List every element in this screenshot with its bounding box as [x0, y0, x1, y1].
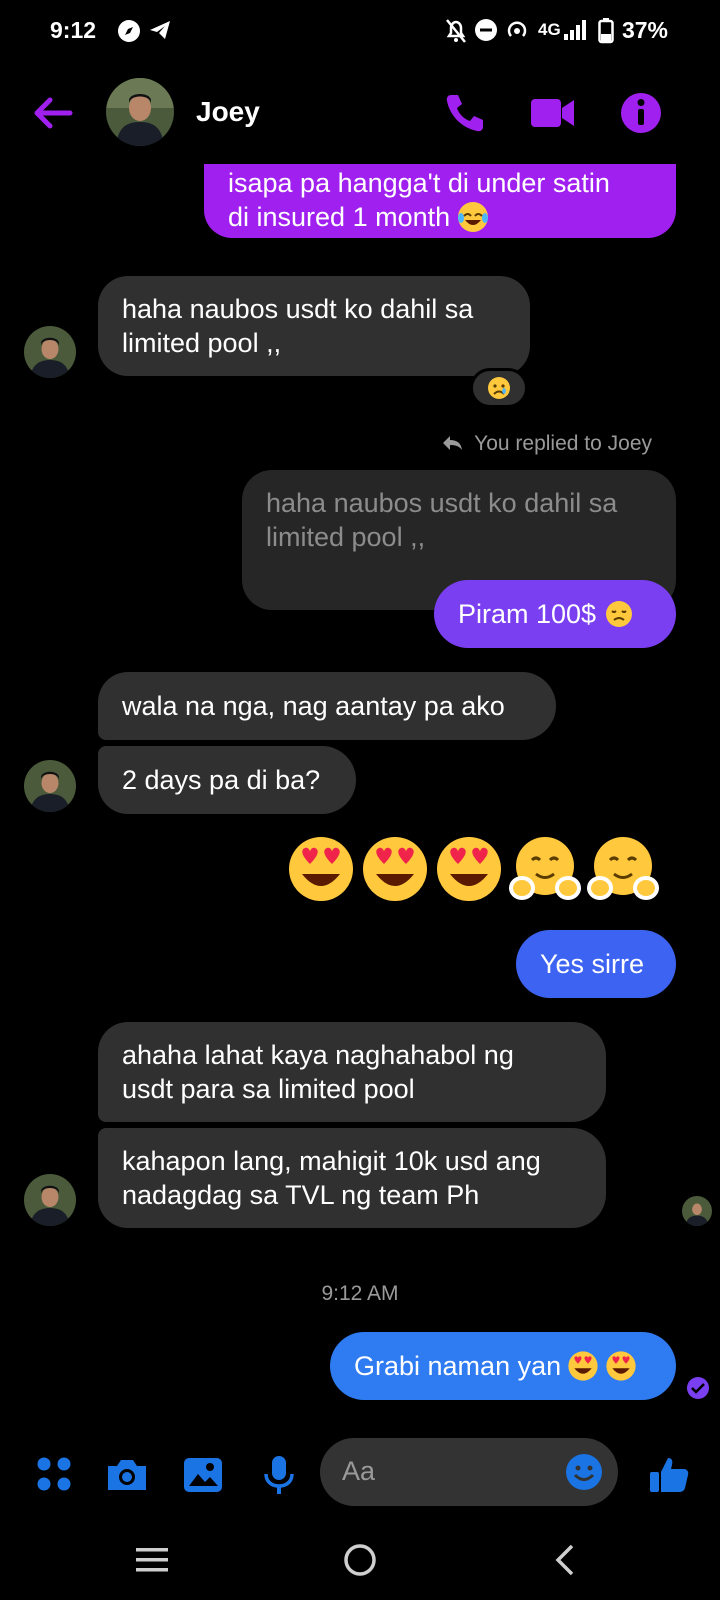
message-text: kahapon lang, mahigit 10k usd ang — [122, 1146, 541, 1176]
reply-indicator: You replied to Joey — [441, 432, 652, 456]
status-bar: 9:12 4G 37% — [0, 0, 720, 64]
status-time: 9:12 — [50, 17, 97, 43]
dnd-icon — [475, 19, 497, 41]
disappointed-emoji-icon — [606, 601, 633, 627]
compass-icon — [118, 20, 140, 42]
message-text: usdt para sa limited pool — [122, 1074, 415, 1104]
message-text: Piram 100$ — [458, 599, 597, 629]
menu-icon[interactable] — [134, 1544, 170, 1576]
message-text: haha naubos usdt ko dahil sa — [122, 294, 474, 324]
message-text: ahaha lahat kaya naghahabol ng — [122, 1040, 514, 1070]
contact-name[interactable]: Joey — [196, 96, 260, 128]
quoted-text: haha naubos usdt ko dahil sa — [266, 488, 618, 518]
info-icon[interactable] — [616, 88, 666, 138]
avatar-photo — [24, 326, 76, 378]
home-icon[interactable] — [342, 1542, 378, 1578]
reply-icon — [442, 436, 462, 450]
video-icon[interactable] — [528, 88, 578, 138]
message-bubble-incoming[interactable]: haha naubos usdt ko dahil sa limited poo… — [98, 276, 530, 376]
bell-off-icon — [446, 19, 466, 43]
message-bubble-incoming[interactable]: wala na nga, nag aantay pa ako — [98, 672, 556, 740]
message-bubble-outgoing[interactable]: Piram 100$ — [434, 580, 676, 648]
apps-icon[interactable] — [32, 1452, 78, 1498]
contact-avatar[interactable] — [106, 78, 174, 146]
message-text: limited pool ,, — [122, 328, 282, 358]
heart-eyes-emoji-icon — [606, 1351, 636, 1381]
heart-eyes-emoji-icon — [437, 837, 501, 901]
message-text: Yes sirre — [540, 949, 645, 979]
message-bubble-outgoing[interactable]: Grabi naman yan — [330, 1332, 676, 1400]
camera-icon[interactable] — [104, 1452, 150, 1498]
message-composer: Aa — [0, 1434, 720, 1514]
sad-emoji-icon — [488, 377, 510, 399]
mic-icon[interactable] — [256, 1452, 302, 1498]
hugging-emoji-icon — [587, 837, 659, 900]
hugging-emoji-icon — [509, 837, 581, 900]
avatar-photo — [24, 1174, 76, 1226]
seen-avatar — [682, 1196, 712, 1226]
reply-label: You replied to Joey — [474, 432, 652, 455]
thumbs-up-icon[interactable] — [646, 1452, 692, 1498]
hotspot-icon — [507, 21, 527, 37]
gallery-icon[interactable] — [180, 1452, 226, 1498]
message-bubble-incoming[interactable]: 2 days pa di ba? — [98, 746, 356, 814]
phone-icon[interactable] — [440, 88, 490, 138]
message-text: isapa pa hangga't di under satin — [228, 168, 610, 198]
message-text: wala na nga, nag aantay pa ako — [122, 691, 505, 721]
laughing-emoji-icon — [458, 202, 489, 232]
heart-eyes-emoji-icon — [568, 1351, 598, 1381]
sender-avatar[interactable] — [24, 1174, 76, 1226]
battery-percent: 37% — [621, 17, 668, 43]
sender-avatar[interactable] — [24, 760, 76, 812]
message-bubble-incoming[interactable]: kahapon lang, mahigit 10k usd ang nadagd… — [98, 1128, 606, 1228]
delivered-check-icon — [687, 1377, 709, 1399]
heart-eyes-emoji-icon — [363, 837, 427, 901]
system-nav-bar — [0, 1520, 720, 1600]
network-type: 4G — [538, 20, 561, 39]
message-reaction[interactable] — [470, 368, 528, 408]
message-list[interactable]: isapa pa hangga't di under satin di insu… — [0, 164, 720, 1434]
quoted-text: limited pool ,, — [266, 522, 426, 552]
message-input-placeholder: Aa — [342, 1456, 376, 1486]
message-text: di insured 1 month — [228, 202, 451, 232]
chat-header: Joey — [0, 64, 720, 164]
back-arrow-icon[interactable] — [30, 90, 76, 136]
avatar-photo — [682, 1196, 712, 1226]
back-nav-icon[interactable] — [552, 1542, 578, 1578]
signal-icon — [564, 20, 586, 40]
message-text: 2 days pa di ba? — [122, 765, 321, 795]
timestamp: 9:12 AM — [321, 1282, 399, 1305]
emoji-message[interactable] — [286, 834, 660, 904]
message-text: nadagdag sa TVL ng team Ph — [122, 1180, 480, 1210]
sender-avatar[interactable] — [24, 326, 76, 378]
avatar-photo — [24, 760, 76, 812]
message-bubble-outgoing[interactable]: Yes sirre — [516, 930, 676, 998]
message-bubble-outgoing[interactable]: isapa pa hangga't di under satin di insu… — [204, 164, 676, 238]
emoji-icon[interactable] — [564, 1452, 604, 1492]
battery-icon — [598, 18, 614, 44]
telegram-icon — [150, 21, 170, 39]
message-bubble-incoming[interactable]: ahaha lahat kaya naghahabol ng usdt para… — [98, 1022, 606, 1122]
avatar-photo — [106, 78, 174, 146]
message-input[interactable]: Aa — [320, 1438, 618, 1506]
heart-eyes-emoji-icon — [289, 837, 353, 901]
message-text: Grabi naman yan — [354, 1351, 562, 1381]
